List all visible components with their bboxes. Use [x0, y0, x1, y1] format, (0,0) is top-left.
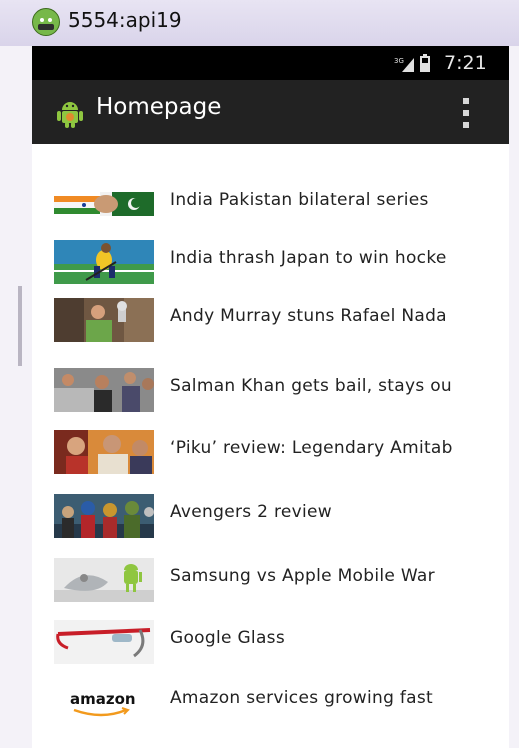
- amazon-logo: amazon: [54, 680, 154, 724]
- overflow-menu-icon[interactable]: [456, 96, 476, 130]
- piku-thumbnail: [54, 430, 154, 474]
- news-headline: Samsung vs Apple Mobile War: [170, 566, 435, 586]
- hockey-player-thumbnail: [54, 240, 154, 284]
- news-headline: India thrash Japan to win hocke: [170, 248, 447, 268]
- emulator-frame: 5554:api19 3G 7:21 Homepage India Pakist…: [0, 0, 519, 748]
- salman-khan-thumbnail: [54, 368, 154, 412]
- signal-icon: 3G: [394, 57, 414, 72]
- android-icon[interactable]: [56, 98, 84, 128]
- news-headline: Andy Murray stuns Rafael Nada: [170, 306, 447, 326]
- list-item[interactable]: Andy Murray stuns Rafael Nada: [32, 292, 509, 350]
- news-headline: ‘Piku’ review: Legendary Amitab: [170, 438, 453, 458]
- emulator-left-edge: [0, 46, 32, 748]
- status-bar: 3G 7:21: [32, 46, 509, 80]
- news-headline: Google Glass: [170, 628, 285, 648]
- list-item[interactable]: Google Glass: [32, 614, 509, 672]
- list-item[interactable]: India thrash Japan to win hocke: [32, 234, 509, 292]
- emulator-right-edge: [509, 46, 519, 748]
- news-headline: India Pakistan bilateral series: [170, 190, 429, 210]
- emulator-titlebar: 5554:api19: [0, 0, 519, 46]
- list-item[interactable]: ‘Piku’ review: Legendary Amitab: [32, 424, 509, 482]
- list-item[interactable]: Avengers 2 review: [32, 488, 509, 546]
- news-headline: Avengers 2 review: [170, 502, 332, 522]
- news-headline: Amazon services growing fast: [170, 688, 433, 708]
- avengers-thumbnail: [54, 494, 154, 538]
- news-headline: Salman Khan gets bail, stays ou: [170, 376, 452, 396]
- andy-murray-thumbnail: [54, 298, 154, 342]
- device-screen: 3G 7:21 Homepage India Pakistan bilatera…: [32, 46, 509, 748]
- svg-text:amazon: amazon: [70, 690, 136, 708]
- india-pakistan-handshake-thumbnail: [54, 182, 154, 226]
- google-glass-thumbnail: [54, 620, 154, 664]
- android-vs-apple-thumbnail: [54, 558, 154, 602]
- list-item[interactable]: amazon Amazon services growing fast: [32, 674, 509, 732]
- page-title: Homepage: [96, 94, 222, 120]
- list-item[interactable]: Samsung vs Apple Mobile War: [32, 552, 509, 610]
- action-bar: Homepage: [32, 80, 509, 144]
- news-list[interactable]: India Pakistan bilateral series India th…: [32, 144, 509, 748]
- emulator-android-icon: [32, 8, 60, 36]
- list-item[interactable]: India Pakistan bilateral series: [32, 176, 509, 234]
- emulator-window-title: 5554:api19: [68, 8, 182, 32]
- status-time: 7:21: [444, 52, 487, 74]
- list-item[interactable]: Salman Khan gets bail, stays ou: [32, 362, 509, 420]
- battery-icon: [420, 54, 430, 72]
- network-type-label: 3G: [394, 57, 404, 65]
